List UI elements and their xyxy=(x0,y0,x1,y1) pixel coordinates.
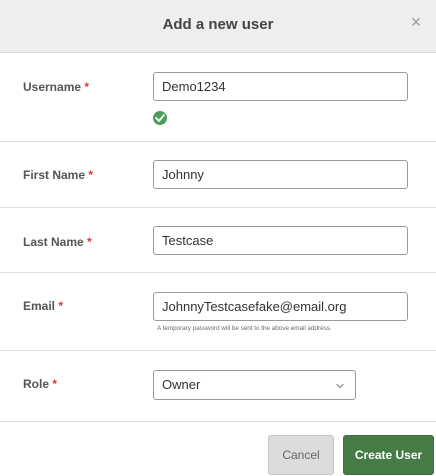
close-icon[interactable]: × xyxy=(406,12,426,32)
email-hint: A temporary password will be sent to the… xyxy=(157,325,332,332)
username-input[interactable] xyxy=(153,72,408,101)
username-label: Username * xyxy=(23,80,89,94)
email-label-text: Email xyxy=(23,299,56,313)
first-name-label-text: First Name xyxy=(23,168,86,182)
required-marker: * xyxy=(58,299,64,313)
last-name-label-text: Last Name xyxy=(23,235,84,249)
first-name-label: First Name * xyxy=(23,168,93,182)
check-circle-icon xyxy=(153,111,167,125)
role-select[interactable]: Owner xyxy=(153,370,356,400)
create-user-button[interactable]: Create User xyxy=(343,435,434,475)
required-marker: * xyxy=(84,80,90,94)
last-name-label: Last Name * xyxy=(23,235,92,249)
dialog-header: Add a new user × xyxy=(0,0,436,53)
add-user-dialog: Add a new user × Username * First Name *… xyxy=(0,0,436,476)
required-marker: * xyxy=(88,168,94,182)
email-input[interactable] xyxy=(153,292,408,321)
role-select-value: Owner xyxy=(162,377,201,392)
required-marker: * xyxy=(52,377,58,391)
role-label: Role * xyxy=(23,377,57,391)
dialog-title: Add a new user xyxy=(162,16,274,33)
chevron-down-icon xyxy=(336,383,344,389)
role-label-text: Role xyxy=(23,377,50,391)
required-marker: * xyxy=(87,235,92,249)
username-label-text: Username xyxy=(23,80,82,94)
last-name-input[interactable] xyxy=(153,226,408,255)
cancel-button[interactable]: Cancel xyxy=(268,435,334,475)
first-name-input[interactable] xyxy=(153,160,408,189)
email-label: Email * xyxy=(23,299,63,313)
